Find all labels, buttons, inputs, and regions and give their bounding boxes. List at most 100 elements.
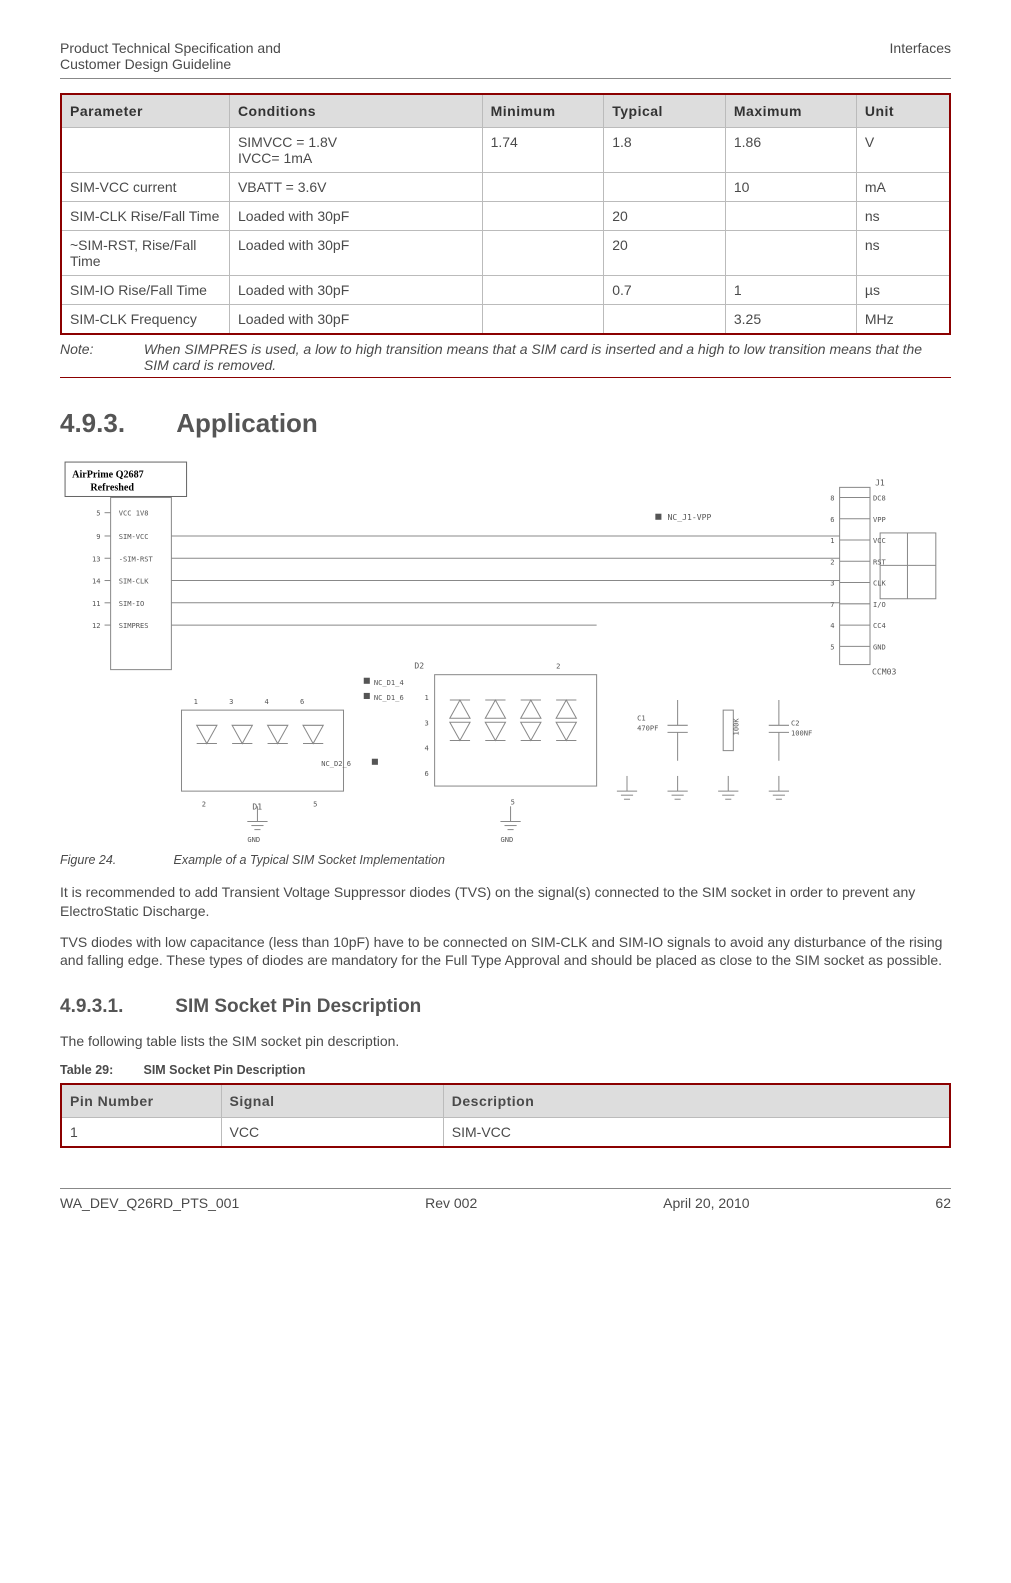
table-cell: ns [856, 202, 950, 231]
table-row: SIM-IO Rise/Fall TimeLoaded with 30pF 0.7… [61, 276, 950, 305]
svg-text:4: 4 [265, 697, 269, 706]
table-cell: 1.74 [482, 128, 604, 173]
table-cell: mA [856, 173, 950, 202]
svg-text:SIM-IO: SIM-IO [119, 599, 145, 608]
table-cell [482, 231, 604, 276]
table-cell: Loaded with 30pF [229, 231, 482, 276]
svg-text:RST: RST [873, 557, 887, 566]
table-cell [604, 173, 726, 202]
th-parameter: Parameter [61, 94, 229, 128]
table-cell: 20 [604, 202, 726, 231]
svg-text:NC_D2_6: NC_D2_6 [321, 759, 351, 768]
svg-text:6: 6 [300, 697, 304, 706]
table-cell: 0.7 [604, 276, 726, 305]
section-title: Application [176, 408, 318, 438]
table29-caption: SIM Socket Pin Description [143, 1063, 305, 1077]
th-unit: Unit [856, 94, 950, 128]
svg-text:VCC 1V8: VCC 1V8 [119, 509, 149, 518]
subsection-number: 4.9.3.1. [60, 996, 170, 1018]
svg-text:VCC: VCC [873, 536, 886, 545]
paragraph-2: TVS diodes with low capacitance (less th… [60, 933, 951, 971]
svg-text:12: 12 [92, 621, 101, 630]
table-row: ~SIM-RST, Rise/Fall TimeLoaded with 30pF… [61, 231, 950, 276]
svg-text:14: 14 [92, 577, 101, 586]
th-signal: Signal [221, 1084, 443, 1118]
table-row: 1VCCSIM-VCC [61, 1118, 950, 1148]
svg-text:3: 3 [425, 718, 429, 727]
table-cell: V [856, 128, 950, 173]
table-cell: 1 [61, 1118, 221, 1148]
svg-text:-SIM-RST: -SIM-RST [119, 554, 154, 563]
svg-text:NC_D1_4: NC_D1_4 [374, 678, 404, 687]
table29-number: Table 29: [60, 1063, 140, 1077]
page-footer: WA_DEV_Q26RD_PTS_001 Rev 002 April 20, 2… [60, 1188, 951, 1211]
table-cell: VCC [221, 1118, 443, 1148]
header-left-line2: Customer Design Guideline [60, 56, 281, 72]
svg-text:5: 5 [830, 642, 834, 651]
svg-text:D2: D2 [414, 661, 424, 671]
header-left: Product Technical Specification and Cust… [60, 40, 281, 72]
svg-text:AirPrime Q2687: AirPrime Q2687 [72, 469, 144, 480]
svg-text:CCM03: CCM03 [872, 667, 896, 677]
svg-text:7: 7 [830, 600, 834, 609]
table-cell: Loaded with 30pF [229, 276, 482, 305]
svg-text:2: 2 [202, 799, 206, 808]
svg-text:DC8: DC8 [873, 494, 886, 503]
page-header: Product Technical Specification and Cust… [60, 40, 951, 79]
table-cell: 1.86 [725, 128, 856, 173]
svg-text:C1: C1 [637, 713, 646, 722]
header-left-line1: Product Technical Specification and [60, 40, 281, 56]
svg-text:2: 2 [556, 662, 560, 671]
section-number: 4.9.3. [60, 408, 170, 439]
table-cell: SIM-VCC [443, 1118, 950, 1148]
table-cell [482, 276, 604, 305]
svg-text:VPP: VPP [873, 515, 886, 524]
table-cell [482, 173, 604, 202]
table-cell: MHz [856, 305, 950, 335]
header-right: Interfaces [890, 40, 951, 72]
svg-text:5: 5 [313, 799, 317, 808]
svg-text:I/O: I/O [873, 600, 886, 609]
footer-rev: Rev 002 [425, 1195, 477, 1211]
svg-text:SIMPRES: SIMPRES [119, 621, 149, 630]
svg-text:3: 3 [229, 697, 233, 706]
svg-text:GND: GND [873, 642, 886, 651]
schematic-figure: AirPrime Q2687 Refreshed 5 VCC 1V8 9 SIM-VC… [60, 457, 951, 845]
svg-text:6: 6 [425, 769, 429, 778]
svg-text:470PF: 470PF [637, 723, 658, 732]
table-cell: SIM-CLK Rise/Fall Time [61, 202, 229, 231]
footer-doc: WA_DEV_Q26RD_PTS_001 [60, 1195, 239, 1211]
svg-text:GND: GND [500, 835, 513, 842]
svg-text:1: 1 [194, 697, 198, 706]
svg-text:SIM-VCC: SIM-VCC [119, 532, 149, 541]
table-cell: 10 [725, 173, 856, 202]
table-cell: 3.25 [725, 305, 856, 335]
section-heading: 4.9.3. Application [60, 408, 951, 439]
svg-text:4: 4 [425, 744, 429, 753]
svg-text:1: 1 [425, 693, 429, 702]
svg-text:3: 3 [830, 579, 834, 588]
note-text: When SIMPRES is used, a low to high tran… [144, 341, 945, 373]
schematic-svg: AirPrime Q2687 Refreshed 5 VCC 1V8 9 SIM-VC… [60, 457, 951, 842]
table29-title: Table 29: SIM Socket Pin Description [60, 1063, 951, 1077]
table-cell: SIM-IO Rise/Fall Time [61, 276, 229, 305]
subsection-heading: 4.9.3.1. SIM Socket Pin Description [60, 996, 951, 1018]
table-cell [482, 202, 604, 231]
th-typical: Typical [604, 94, 726, 128]
note-label: Note: [60, 341, 140, 357]
table-row: SIMVCC = 1.8V IVCC= 1mA1.741.81.86V [61, 128, 950, 173]
svg-text:J1: J1 [875, 477, 885, 487]
svg-text:Refreshed: Refreshed [90, 482, 134, 493]
svg-text:9: 9 [96, 532, 100, 541]
th-maximum: Maximum [725, 94, 856, 128]
paragraph-3: The following table lists the SIM socket… [60, 1032, 951, 1051]
svg-text:5: 5 [96, 509, 100, 518]
svg-text:SIM-CLK: SIM-CLK [119, 577, 150, 586]
svg-text:1: 1 [830, 536, 834, 545]
table-cell [604, 305, 726, 335]
svg-text:CLK: CLK [873, 579, 887, 588]
svg-text:CC4: CC4 [873, 621, 886, 630]
svg-text:13: 13 [92, 554, 101, 563]
svg-text:5: 5 [511, 797, 515, 806]
svg-text:8: 8 [830, 494, 834, 503]
